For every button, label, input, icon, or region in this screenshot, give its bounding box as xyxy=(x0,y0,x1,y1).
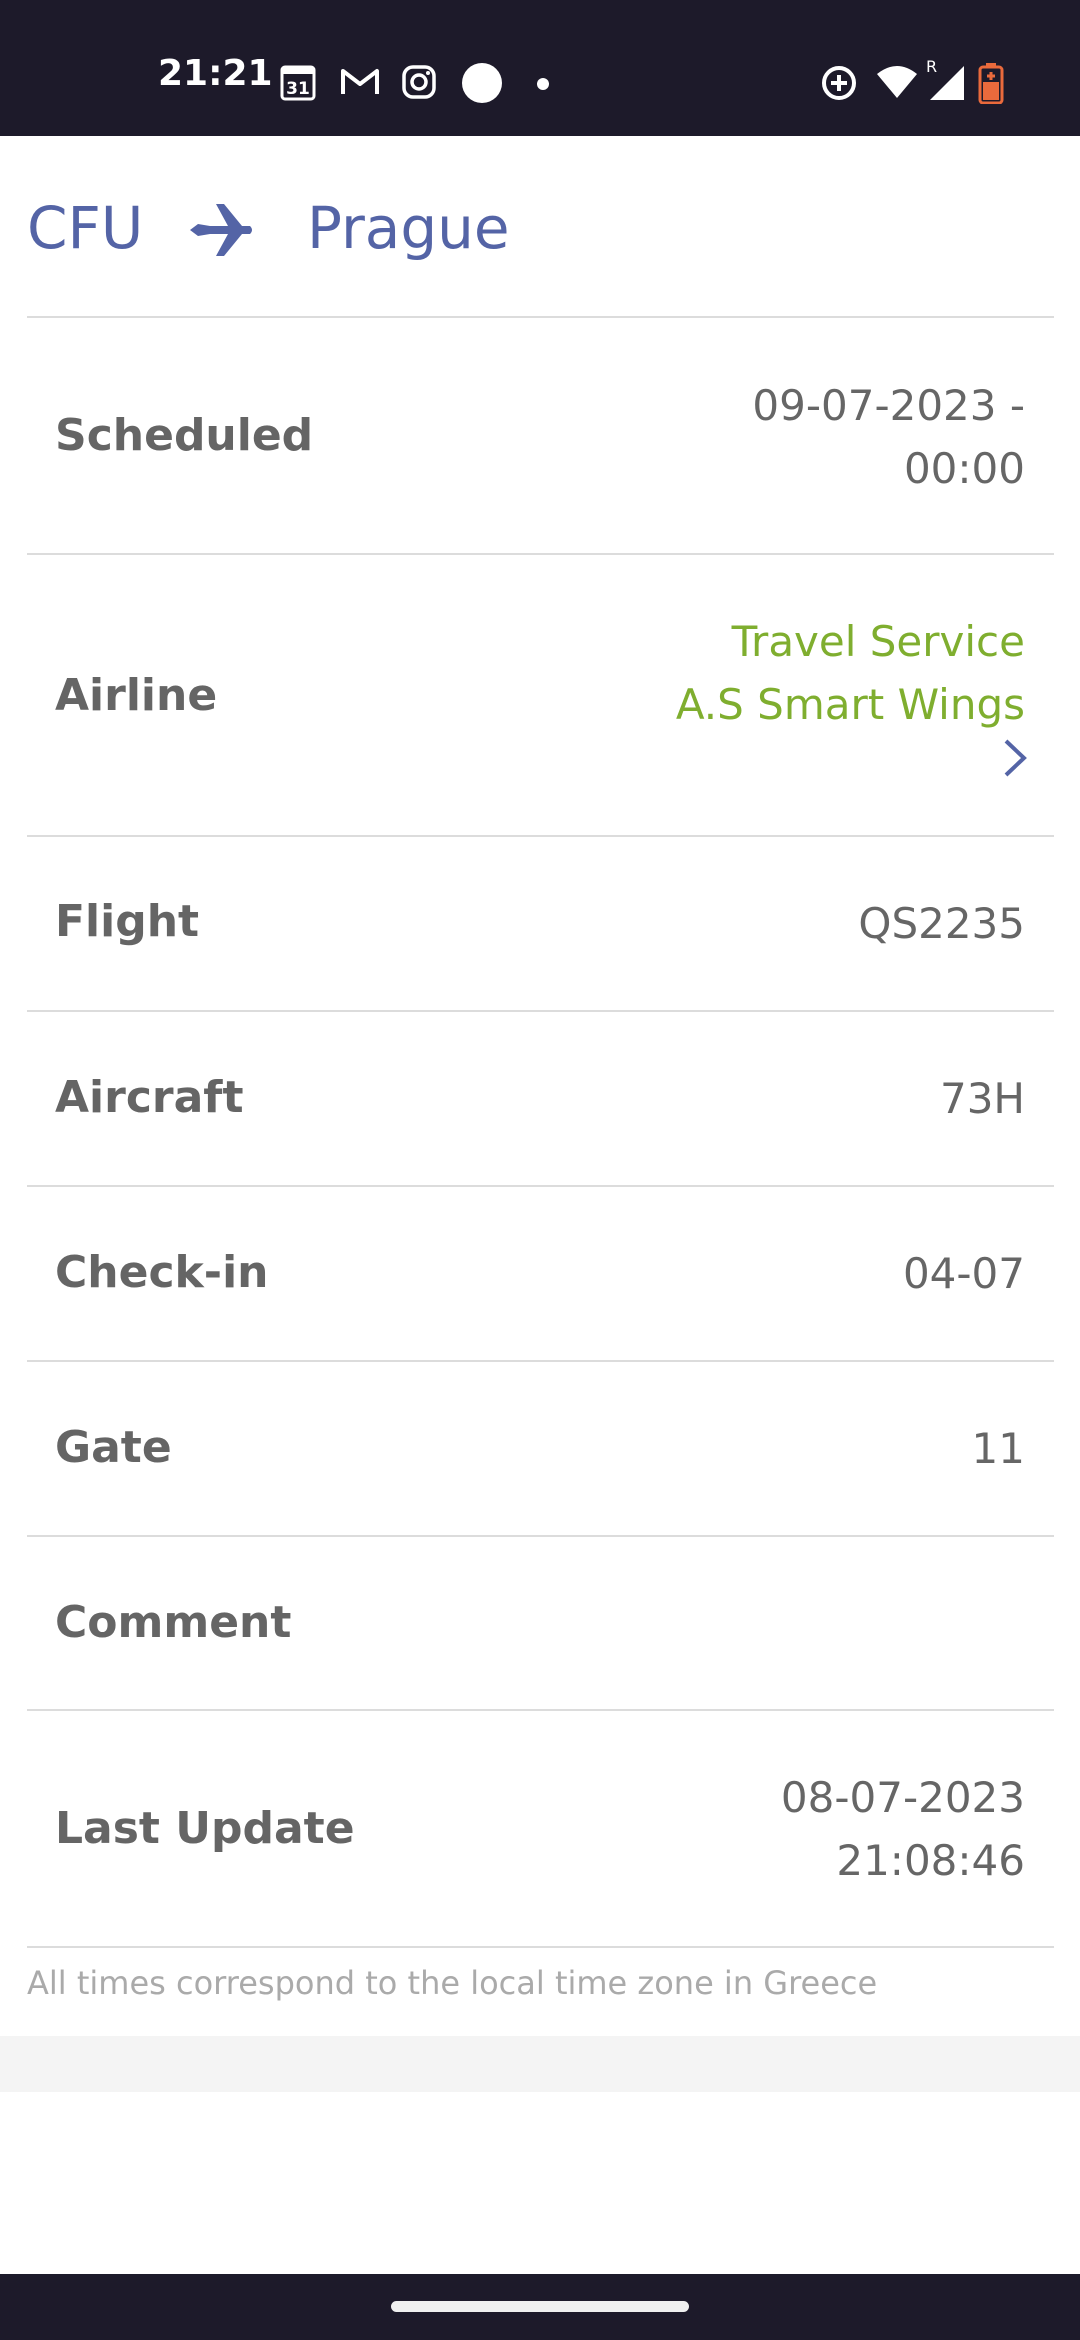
destination-city: Prague xyxy=(307,194,510,262)
gate-label: Gate xyxy=(55,1422,172,1473)
checkin-label: Check-in xyxy=(55,1247,269,1298)
aircraft-value: 73H xyxy=(939,1074,1025,1123)
timezone-footnote: All times correspond to the local time z… xyxy=(27,1964,878,2002)
chevron-right-icon[interactable] xyxy=(1002,738,1028,782)
divider xyxy=(27,1946,1054,1948)
divider xyxy=(27,1185,1054,1187)
scheduled-value: 09-07-2023 - 00:00 xyxy=(425,374,1025,500)
aircraft-label: Aircraft xyxy=(55,1072,244,1123)
circle-icon xyxy=(461,62,503,108)
svg-text:31: 31 xyxy=(286,79,310,99)
last-update-date: 08-07-2023 xyxy=(780,1773,1025,1822)
status-time: 21:21 xyxy=(158,53,273,94)
divider xyxy=(27,835,1054,837)
battery-icon xyxy=(978,62,1004,108)
dot-icon xyxy=(536,76,550,95)
divider xyxy=(27,316,1054,318)
last-update-value: 08-07-2023 21:08:46 xyxy=(425,1766,1025,1892)
comment-label: Comment xyxy=(55,1597,292,1648)
flight-label: Flight xyxy=(55,896,200,947)
gate-value: 11 xyxy=(971,1424,1025,1473)
origin-airport: CFU xyxy=(27,194,144,262)
divider xyxy=(27,1709,1054,1711)
status-bar: 21:21 31 R xyxy=(0,0,1080,136)
last-update-label: Last Update xyxy=(55,1803,355,1854)
instagram-icon xyxy=(401,64,437,104)
scheduled-label: Scheduled xyxy=(55,410,314,461)
divider xyxy=(27,553,1054,555)
gmail-icon xyxy=(340,66,380,102)
last-update-time: 21:08:46 xyxy=(836,1836,1025,1885)
divider xyxy=(27,1360,1054,1362)
calendar-icon: 31 xyxy=(279,62,319,106)
route-header: CFU Prague xyxy=(0,136,1080,316)
airline-name-line2[interactable]: A.S Smart Wings xyxy=(425,673,1025,736)
svg-text:R: R xyxy=(926,58,937,76)
scheduled-date: 09-07-2023 - xyxy=(752,381,1025,430)
checkin-value: 04-07 xyxy=(902,1249,1025,1298)
divider xyxy=(27,1535,1054,1537)
navigation-bar xyxy=(0,2274,1080,2340)
home-indicator[interactable] xyxy=(391,2301,689,2312)
airline-label: Airline xyxy=(55,670,218,721)
data-saver-icon xyxy=(820,64,858,106)
scheduled-time: 00:00 xyxy=(903,444,1025,493)
bottom-band xyxy=(0,2036,1080,2092)
divider xyxy=(27,1010,1054,1012)
wifi-icon xyxy=(876,64,918,104)
airline-value[interactable]: Travel Service A.S Smart Wings xyxy=(425,610,1025,736)
airplane-icon xyxy=(188,202,254,262)
flight-value: QS2235 xyxy=(858,899,1025,948)
airline-name-line1[interactable]: Travel Service xyxy=(425,610,1025,673)
signal-icon: R xyxy=(924,57,966,106)
